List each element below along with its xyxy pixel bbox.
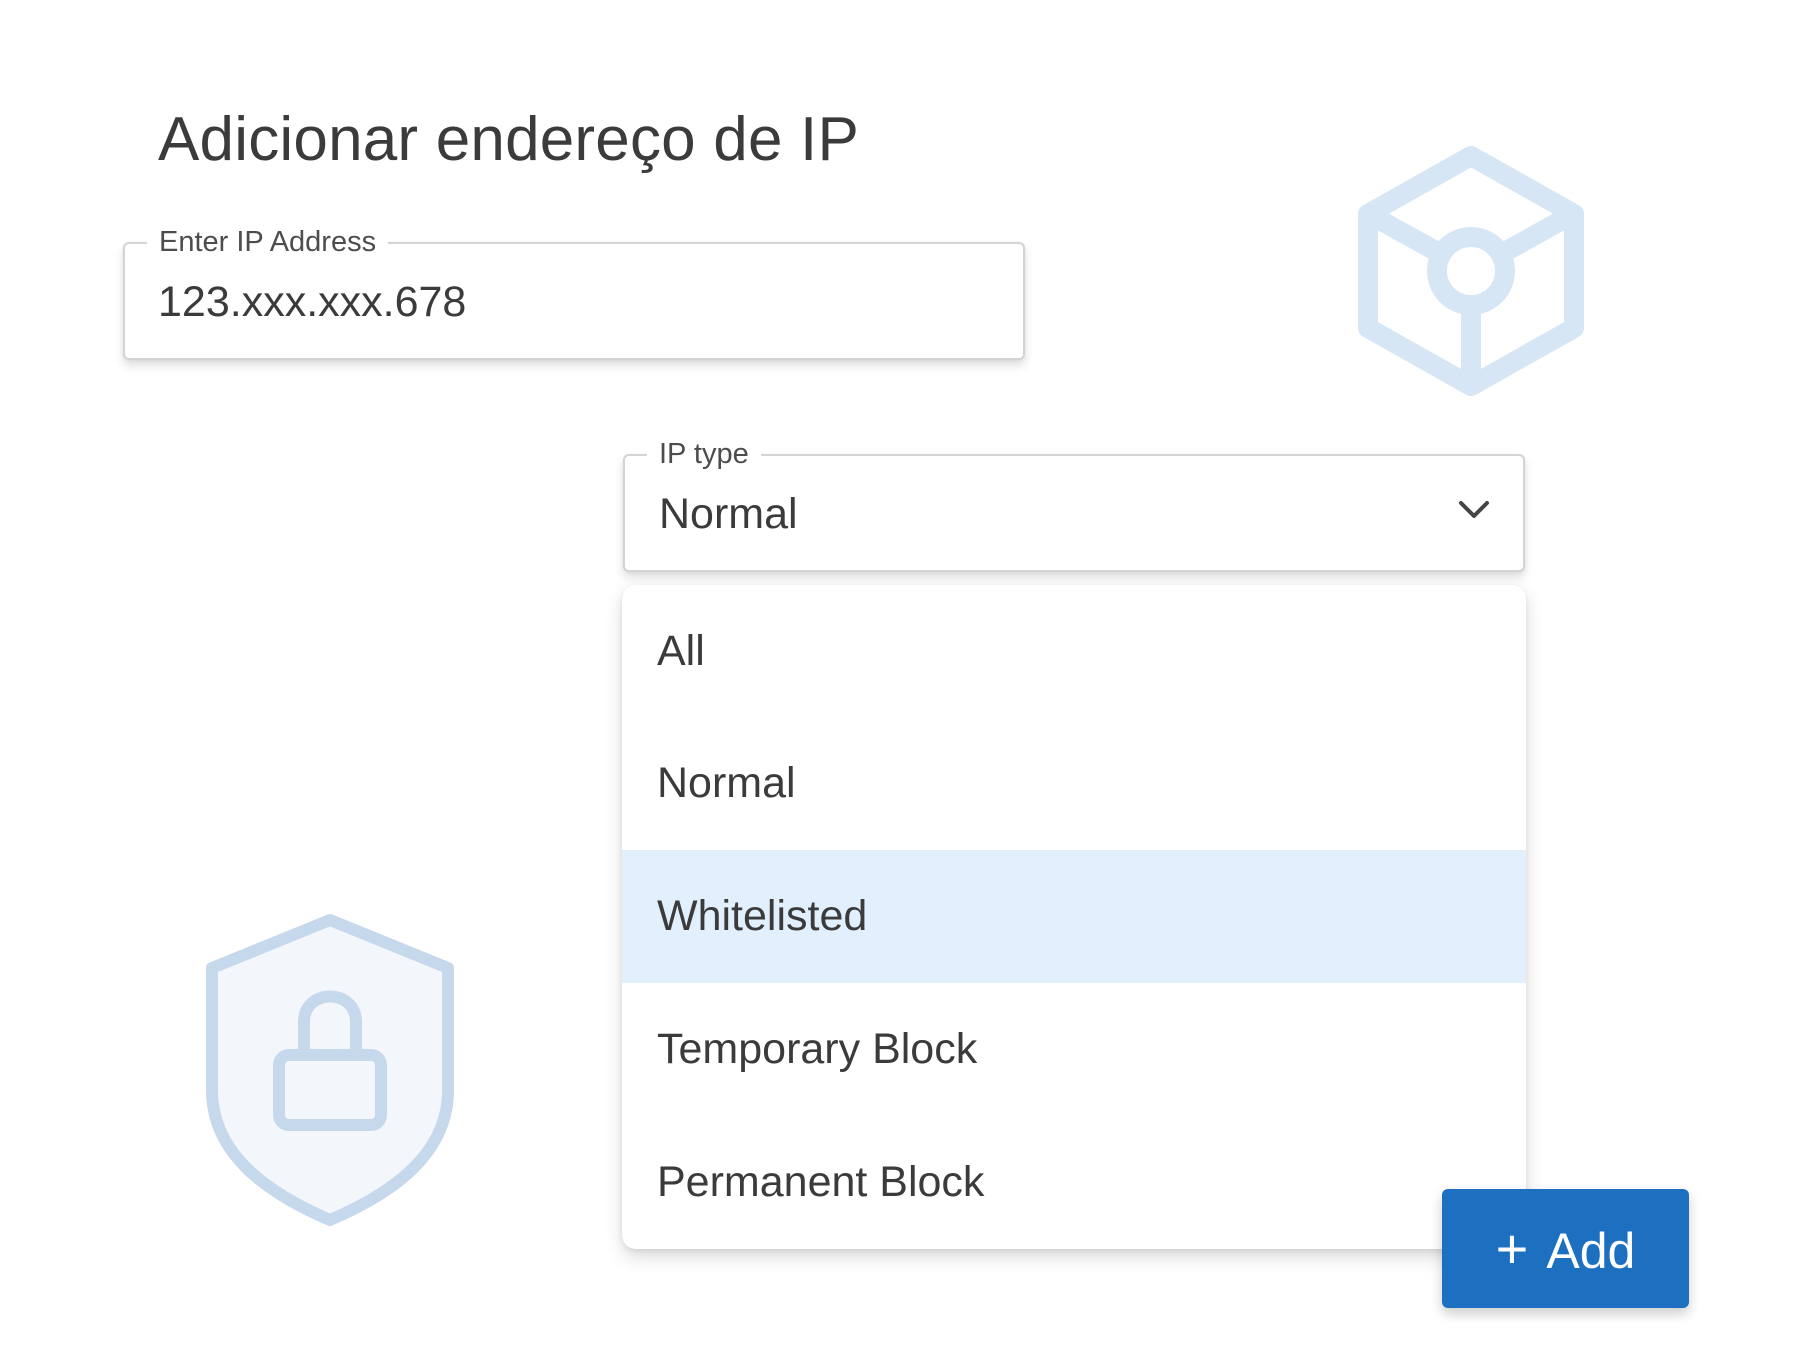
add-ip-page: Adicionar endereço de IP Enter IP Addres…: [0, 0, 1800, 1350]
chevron-down-icon[interactable]: [1457, 498, 1491, 522]
option-all[interactable]: All: [622, 585, 1526, 718]
page-title: Adicionar endereço de IP: [158, 105, 860, 174]
option-normal[interactable]: Normal: [622, 717, 1526, 850]
option-temporary-block[interactable]: Temporary Block: [622, 983, 1526, 1116]
add-button[interactable]: + Add: [1442, 1189, 1689, 1308]
ip-type-options-menu: All Normal Whitelisted Temporary Block P…: [622, 585, 1526, 1249]
ip-address-label: Enter IP Address: [147, 225, 389, 259]
add-button-label: Add: [1546, 1223, 1636, 1279]
plus-icon: +: [1495, 1217, 1529, 1280]
option-permanent-block[interactable]: Permanent Block: [622, 1116, 1526, 1249]
ip-type-selected-value: Normal: [659, 490, 798, 538]
shield-lock-icon: [206, 914, 454, 1226]
hexagon-cube-icon: [1358, 146, 1584, 396]
ip-type-select[interactable]: IP type Normal: [623, 437, 1525, 572]
option-whitelisted[interactable]: Whitelisted: [622, 850, 1526, 983]
ip-type-label: IP type: [647, 437, 761, 471]
ip-address-input[interactable]: 123.xxx.xxx.678: [158, 276, 466, 328]
ip-address-field[interactable]: Enter IP Address 123.xxx.xxx.678: [123, 225, 1025, 360]
